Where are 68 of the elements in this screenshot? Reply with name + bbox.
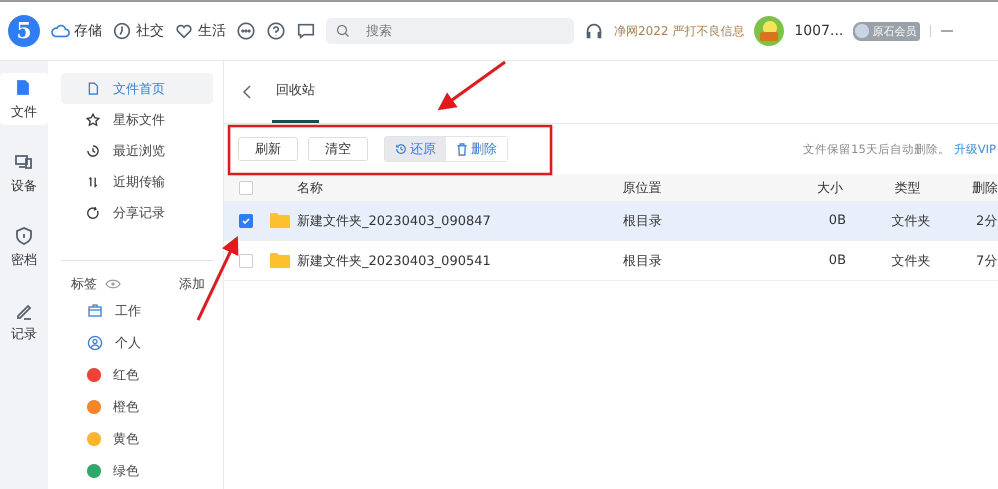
nav-tab[interactable]: 存储	[50, 21, 102, 41]
tags-title: 标签	[71, 276, 97, 293]
add-tag-link[interactable]: 添加	[179, 275, 205, 293]
shield-icon	[13, 225, 35, 247]
sidebar-item[interactable]: 文件首页	[61, 73, 213, 104]
briefcase-icon	[87, 303, 103, 319]
sidebar-item[interactable]: 星标文件	[61, 104, 213, 135]
history-icon	[395, 143, 407, 155]
toolbar-button[interactable]: 清空	[308, 137, 368, 161]
tag-item[interactable]: 红色	[61, 359, 213, 391]
tag-item[interactable]: 工作	[61, 295, 213, 327]
folder-icon	[270, 212, 290, 229]
nav-tab[interactable]: 生活	[174, 21, 226, 41]
row-checkbox[interactable]	[239, 214, 253, 228]
help-icon[interactable]	[266, 21, 286, 41]
rail-item[interactable]: 记录	[0, 295, 48, 347]
nav-tab[interactable]: 社交	[112, 21, 164, 41]
chat-icon[interactable]	[296, 21, 316, 41]
sidebar-item[interactable]: 分享记录	[61, 197, 213, 228]
user-name[interactable]: 1007...	[794, 23, 844, 39]
promo-link[interactable]: 净网2022 严打不良信息	[614, 22, 744, 40]
back-icon[interactable]	[242, 84, 252, 100]
search-field[interactable]: 搜索	[326, 18, 574, 44]
rail-item[interactable]: 文件	[0, 73, 48, 125]
column-header[interactable]: 名称	[296, 178, 623, 196]
clock-icon	[112, 21, 132, 41]
tag-item[interactable]: 橙色	[61, 391, 213, 423]
table-cell-text: 文件夹	[890, 252, 932, 270]
table-cell-text: 根目录	[623, 252, 663, 270]
person-icon	[87, 335, 103, 351]
table-cell-text: 新建文件夹_20230403_090541	[297, 252, 492, 270]
row-checkbox[interactable]	[239, 254, 253, 268]
sidebar-item[interactable]: 近期传输	[61, 166, 213, 197]
trash-icon	[456, 142, 468, 156]
star-icon	[85, 112, 101, 128]
column-header[interactable]: 删除	[972, 178, 998, 196]
recycle-bin-tab[interactable]: 回收站	[272, 61, 319, 123]
refresh-icon	[85, 204, 101, 220]
tag-item[interactable]: 个人	[61, 327, 213, 359]
table-cell-text: 0B	[828, 253, 846, 268]
table-cell-text: 文件夹	[890, 212, 932, 230]
eye-icon[interactable]	[105, 278, 121, 290]
history-icon	[85, 142, 101, 158]
table-cell-text: 根目录	[623, 212, 663, 230]
rail-item[interactable]: 设备	[0, 147, 48, 199]
retention-notice: 文件保留15天后自动删除。	[803, 142, 950, 156]
headset-icon[interactable]	[584, 21, 604, 41]
table-cell-text: 2分	[976, 212, 998, 230]
search-icon	[336, 24, 350, 38]
column-header[interactable]: 类型	[872, 178, 942, 196]
rail-item[interactable]: 密档	[0, 221, 48, 273]
tag-item[interactable]: 绿色	[61, 455, 213, 487]
folder-icon	[270, 252, 290, 269]
table-cell-text: 新建文件夹_20230403_090847	[297, 212, 492, 230]
tag-item[interactable]: 黄色	[61, 423, 213, 455]
annotation-arrow	[438, 60, 506, 110]
avatar-icon[interactable]	[754, 16, 784, 46]
table-cell-text: 0B	[828, 213, 846, 228]
sidebar-item[interactable]: 最近浏览	[61, 135, 213, 166]
column-header[interactable]: 大小	[780, 178, 843, 196]
upgrade-vip-link[interactable]: 升级VIP	[954, 142, 996, 156]
select-all-checkbox[interactable]	[239, 180, 253, 194]
column-header[interactable]: 原位置	[622, 178, 781, 196]
more-icon[interactable]	[236, 21, 256, 41]
toolbar-button[interactable]: 刷新	[238, 137, 298, 161]
app-logo: 5	[8, 15, 40, 47]
table-cell-text: 7分	[976, 252, 998, 270]
checkmark-icon	[241, 216, 251, 226]
